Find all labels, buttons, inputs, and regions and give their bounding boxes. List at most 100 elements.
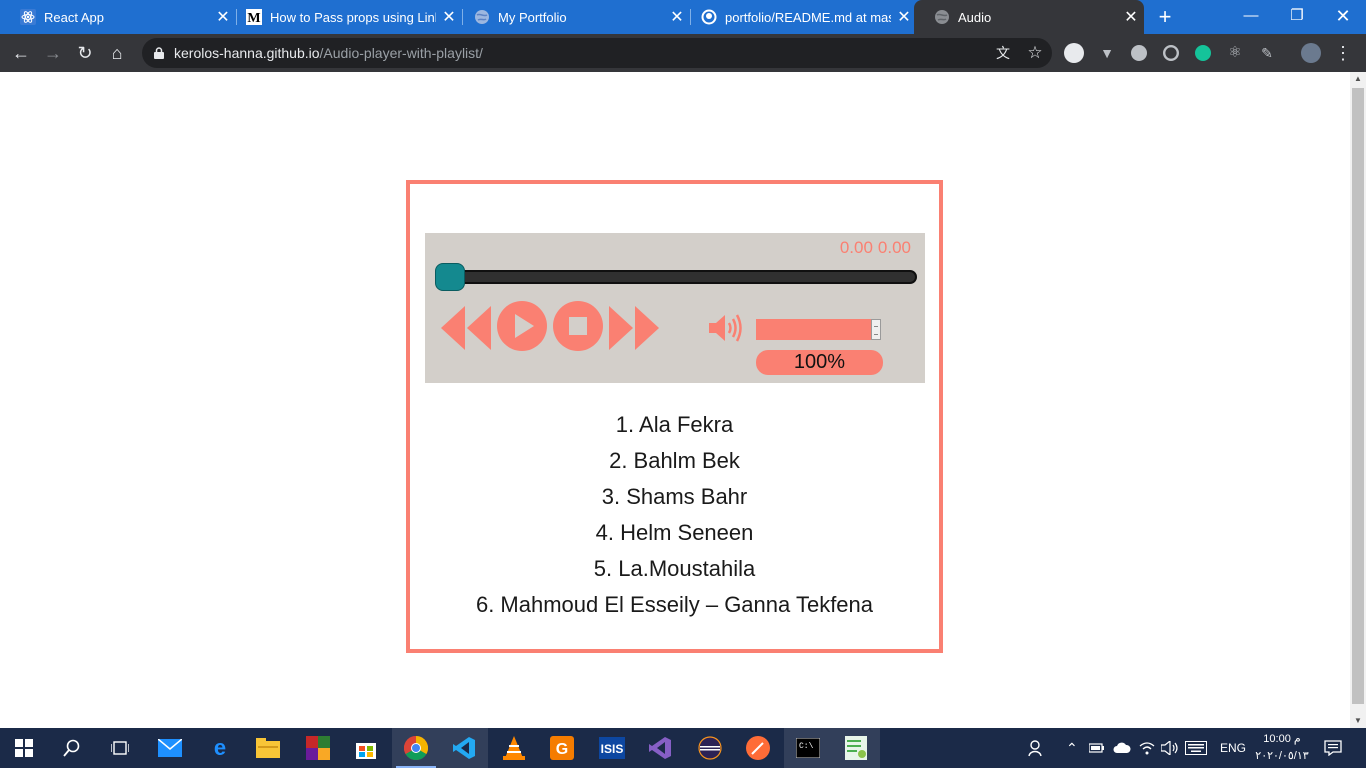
- search-icon[interactable]: [48, 728, 96, 768]
- clock-date: ٢٠٢٠/٠٥/١٣: [1255, 750, 1309, 762]
- terminal-icon[interactable]: C:\: [784, 728, 832, 768]
- windows-taskbar: e G ISIS C:\ ⌃ ENG 10:00 م ٢٠٢٠/٠٥/١٣: [0, 728, 1366, 768]
- battery-icon[interactable]: [1089, 728, 1107, 768]
- tab-medium-article[interactable]: M How to Pass props using Link a ✕: [226, 0, 462, 34]
- url-path: /Audio-player-with-playlist/: [319, 45, 483, 61]
- close-tab-icon[interactable]: ✕: [1118, 7, 1144, 27]
- player-controls-panel: 0.00 0.00 100%: [425, 233, 925, 383]
- bookmark-star-icon[interactable]: ☆: [1026, 44, 1044, 62]
- tab-audio[interactable]: Audio ✕: [914, 0, 1144, 34]
- tab-title: Audio: [958, 9, 992, 25]
- extension-pen-icon[interactable]: ✎: [1257, 43, 1277, 63]
- rewind-icon[interactable]: [439, 301, 493, 355]
- scroll-thumb[interactable]: [1352, 88, 1364, 704]
- isis-icon[interactable]: ISIS: [588, 728, 636, 768]
- minimize-button[interactable]: —: [1228, 0, 1274, 34]
- time-display: 0.00 0.00: [840, 238, 911, 258]
- profile-avatar[interactable]: [1301, 43, 1321, 63]
- extension-touch-icon[interactable]: [1064, 43, 1084, 63]
- pdf-editor-icon[interactable]: G: [538, 728, 586, 768]
- winrar-icon[interactable]: [294, 728, 342, 768]
- svg-text:e: e: [214, 737, 226, 759]
- volume-slider-handle[interactable]: [871, 319, 881, 340]
- tab-react-app[interactable]: React App ✕: [0, 0, 236, 34]
- seek-thumb[interactable]: [435, 263, 465, 291]
- audio-player-card: 0.00 0.00 100% 1. Ala Fekra 2. Bahlm Bek: [406, 180, 943, 653]
- reload-button[interactable]: ↻: [70, 38, 100, 68]
- vscode-icon[interactable]: [440, 728, 488, 768]
- notification-center-icon[interactable]: [1324, 728, 1344, 768]
- address-bar[interactable]: kerolos-hanna.github.io/Audio-player-wit…: [142, 38, 1052, 68]
- seek-bar[interactable]: [435, 270, 917, 284]
- menu-kebab-icon[interactable]: ⋮: [1330, 38, 1356, 68]
- notepad-plus-plus-icon[interactable]: [832, 728, 880, 768]
- eclipse-icon[interactable]: [686, 728, 734, 768]
- extension-vue-icon[interactable]: ▼: [1097, 43, 1117, 63]
- playlist-item[interactable]: 1. Ala Fekra: [410, 407, 939, 443]
- svg-text:ISIS: ISIS: [601, 742, 624, 756]
- tab-title: How to Pass props using Link a: [270, 9, 436, 25]
- system-clock[interactable]: 10:00 م ٢٠٢٠/٠٥/١٣: [1248, 731, 1316, 765]
- home-button[interactable]: ⌂: [102, 38, 132, 68]
- globe-icon: [474, 9, 490, 25]
- volume-slider[interactable]: [756, 319, 881, 340]
- tab-my-portfolio[interactable]: My Portfolio ✕: [454, 0, 690, 34]
- tab-title: React App: [44, 9, 104, 25]
- play-icon[interactable]: [497, 301, 547, 351]
- new-tab-button[interactable]: +: [1152, 4, 1178, 30]
- playlist-item[interactable]: 3. Shams Bahr: [410, 479, 939, 515]
- translate-icon[interactable]: 文: [994, 44, 1012, 62]
- scroll-down-icon[interactable]: ▼: [1350, 714, 1366, 728]
- tab-github-readme[interactable]: portfolio/README.md at maste ✕: [681, 0, 917, 34]
- keyboard-icon[interactable]: [1185, 728, 1209, 768]
- grammarly-icon[interactable]: [1195, 45, 1211, 61]
- playlist-item[interactable]: 4. Helm Seneen: [410, 515, 939, 551]
- wifi-icon[interactable]: [1139, 728, 1157, 768]
- extension-target-icon[interactable]: [1163, 45, 1179, 61]
- input-language[interactable]: ENG: [1220, 728, 1246, 768]
- lock-icon: [154, 47, 164, 59]
- scroll-up-icon[interactable]: ▲: [1350, 72, 1366, 86]
- react-icon: [20, 9, 36, 25]
- mail-icon[interactable]: [146, 728, 194, 768]
- globe-icon: [934, 9, 950, 25]
- url-host: kerolos-hanna.github.io: [174, 45, 320, 61]
- close-window-button[interactable]: ✕: [1320, 0, 1366, 34]
- medium-icon: M: [246, 9, 262, 25]
- current-time: 0.00: [839, 238, 873, 257]
- playlist-item[interactable]: 6. Mahmoud El Esseily – Ganna Tekfena: [410, 587, 939, 623]
- vlc-icon[interactable]: [490, 728, 538, 768]
- browser-toolbar: ← → ↻ ⌂ kerolos-hanna.github.io/Audio-pl…: [0, 34, 1366, 72]
- task-view-icon[interactable]: [96, 728, 144, 768]
- tab-title: portfolio/README.md at maste: [725, 9, 891, 25]
- restore-button[interactable]: ❐: [1274, 0, 1320, 34]
- edge-icon[interactable]: e: [196, 728, 244, 768]
- playlist-item[interactable]: 5. La.Moustahila: [410, 551, 939, 587]
- forward-button[interactable]: →: [38, 38, 68, 68]
- chevron-up-icon[interactable]: ⌃: [1066, 728, 1078, 768]
- page-scrollbar[interactable]: ▲ ▼: [1350, 72, 1366, 728]
- back-button[interactable]: ←: [6, 38, 36, 68]
- react-devtools-icon[interactable]: ⚛: [1225, 43, 1245, 63]
- speaker-icon[interactable]: [1161, 728, 1179, 768]
- stop-icon[interactable]: [553, 301, 603, 351]
- onedrive-icon[interactable]: [1113, 728, 1131, 768]
- duration: 0.00: [877, 238, 911, 257]
- windows-start-icon[interactable]: [0, 728, 48, 768]
- postman-icon[interactable]: [734, 728, 782, 768]
- volume-percentage: 100%: [756, 350, 883, 375]
- browser-tab-strip: React App ✕ M How to Pass props using Li…: [0, 0, 1366, 34]
- playlist-item[interactable]: 2. Bahlm Bek: [410, 443, 939, 479]
- chrome-icon[interactable]: [392, 728, 440, 768]
- store-icon[interactable]: [342, 728, 390, 768]
- github-icon: [701, 9, 717, 25]
- extension-c-icon[interactable]: [1131, 45, 1147, 61]
- svg-text:C:\: C:\: [799, 742, 814, 751]
- file-explorer-icon[interactable]: [244, 728, 292, 768]
- volume-icon[interactable]: [709, 313, 743, 343]
- playlist: 1. Ala Fekra 2. Bahlm Bek 3. Shams Bahr …: [410, 407, 939, 623]
- visual-studio-icon[interactable]: [636, 728, 684, 768]
- people-icon[interactable]: [1028, 728, 1048, 768]
- fast-forward-icon[interactable]: [607, 301, 661, 355]
- svg-text:G: G: [556, 741, 568, 758]
